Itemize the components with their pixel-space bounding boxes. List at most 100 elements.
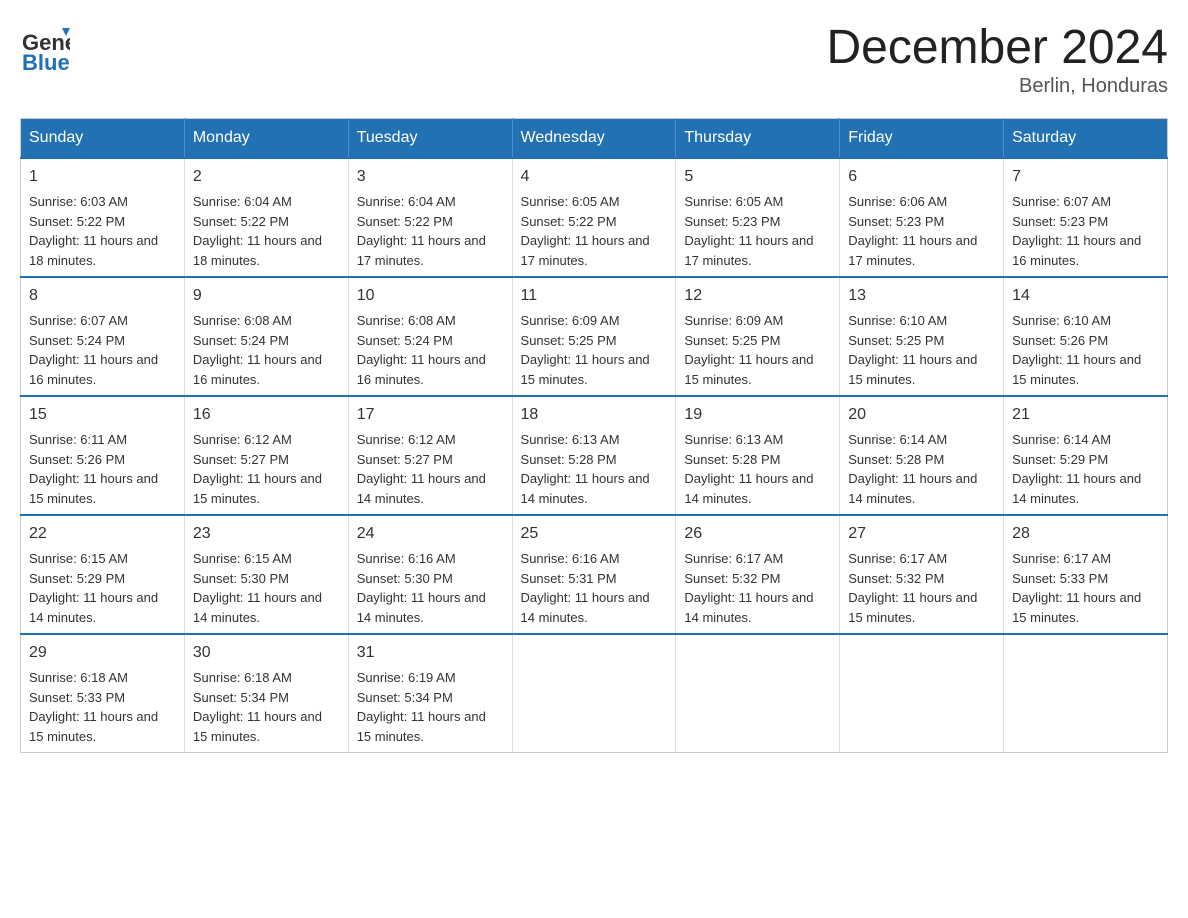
sunset-label: Sunset: 5:22 PM (357, 214, 453, 229)
sunrise-label: Sunrise: 6:12 AM (193, 432, 292, 447)
sunrise-label: Sunrise: 6:07 AM (29, 313, 128, 328)
sunset-label: Sunset: 5:28 PM (848, 452, 944, 467)
daylight-label: Daylight: 11 hours and 15 minutes. (684, 352, 813, 387)
calendar-cell: 8 Sunrise: 6:07 AM Sunset: 5:24 PM Dayli… (21, 277, 185, 396)
sunrise-label: Sunrise: 6:04 AM (193, 194, 292, 209)
calendar-cell: 1 Sunrise: 6:03 AM Sunset: 5:22 PM Dayli… (21, 158, 185, 277)
daylight-label: Daylight: 11 hours and 15 minutes. (848, 352, 977, 387)
page-header: General Blue December 2024 Berlin, Hondu… (20, 20, 1168, 98)
sunset-label: Sunset: 5:29 PM (29, 571, 125, 586)
sunset-label: Sunset: 5:24 PM (29, 333, 125, 348)
sunset-label: Sunset: 5:30 PM (357, 571, 453, 586)
calendar-week-row: 1 Sunrise: 6:03 AM Sunset: 5:22 PM Dayli… (21, 158, 1168, 277)
daylight-label: Daylight: 11 hours and 14 minutes. (29, 590, 158, 625)
day-number: 14 (1012, 284, 1159, 308)
sunset-label: Sunset: 5:30 PM (193, 571, 289, 586)
day-header-saturday: Saturday (1004, 119, 1168, 159)
daylight-label: Daylight: 11 hours and 17 minutes. (848, 233, 977, 268)
calendar-week-row: 29 Sunrise: 6:18 AM Sunset: 5:33 PM Dayl… (21, 634, 1168, 753)
day-number: 4 (521, 165, 668, 189)
sunset-label: Sunset: 5:25 PM (684, 333, 780, 348)
sunrise-label: Sunrise: 6:12 AM (357, 432, 456, 447)
sunrise-label: Sunrise: 6:08 AM (193, 313, 292, 328)
day-header-tuesday: Tuesday (348, 119, 512, 159)
sunrise-label: Sunrise: 6:08 AM (357, 313, 456, 328)
daylight-label: Daylight: 11 hours and 15 minutes. (521, 352, 650, 387)
sunset-label: Sunset: 5:31 PM (521, 571, 617, 586)
day-number: 9 (193, 284, 340, 308)
sunset-label: Sunset: 5:22 PM (193, 214, 289, 229)
sunrise-label: Sunrise: 6:10 AM (1012, 313, 1111, 328)
calendar-cell: 12 Sunrise: 6:09 AM Sunset: 5:25 PM Dayl… (676, 277, 840, 396)
daylight-label: Daylight: 11 hours and 14 minutes. (521, 471, 650, 506)
daylight-label: Daylight: 11 hours and 14 minutes. (357, 590, 486, 625)
daylight-label: Daylight: 11 hours and 15 minutes. (193, 471, 322, 506)
sunset-label: Sunset: 5:24 PM (193, 333, 289, 348)
calendar-cell (840, 634, 1004, 753)
daylight-label: Daylight: 11 hours and 15 minutes. (29, 709, 158, 744)
calendar-cell: 18 Sunrise: 6:13 AM Sunset: 5:28 PM Dayl… (512, 396, 676, 515)
sunset-label: Sunset: 5:27 PM (193, 452, 289, 467)
daylight-label: Daylight: 11 hours and 17 minutes. (357, 233, 486, 268)
day-number: 27 (848, 522, 995, 546)
day-number: 31 (357, 641, 504, 665)
sunrise-label: Sunrise: 6:10 AM (848, 313, 947, 328)
calendar-cell: 21 Sunrise: 6:14 AM Sunset: 5:29 PM Dayl… (1004, 396, 1168, 515)
calendar-cell: 6 Sunrise: 6:06 AM Sunset: 5:23 PM Dayli… (840, 158, 1004, 277)
day-number: 15 (29, 403, 176, 427)
calendar-cell: 23 Sunrise: 6:15 AM Sunset: 5:30 PM Dayl… (184, 515, 348, 634)
day-number: 28 (1012, 522, 1159, 546)
day-number: 17 (357, 403, 504, 427)
calendar-cell: 4 Sunrise: 6:05 AM Sunset: 5:22 PM Dayli… (512, 158, 676, 277)
sunrise-label: Sunrise: 6:11 AM (29, 432, 127, 447)
sunrise-label: Sunrise: 6:16 AM (521, 551, 620, 566)
day-number: 7 (1012, 165, 1159, 189)
day-header-sunday: Sunday (21, 119, 185, 159)
day-header-thursday: Thursday (676, 119, 840, 159)
sunset-label: Sunset: 5:32 PM (684, 571, 780, 586)
sunrise-label: Sunrise: 6:18 AM (193, 670, 292, 685)
sunset-label: Sunset: 5:25 PM (848, 333, 944, 348)
day-number: 12 (684, 284, 831, 308)
daylight-label: Daylight: 11 hours and 15 minutes. (29, 471, 158, 506)
calendar-cell (512, 634, 676, 753)
daylight-label: Daylight: 11 hours and 16 minutes. (1012, 233, 1141, 268)
day-number: 8 (29, 284, 176, 308)
day-number: 6 (848, 165, 995, 189)
sunrise-label: Sunrise: 6:15 AM (193, 551, 292, 566)
sunrise-label: Sunrise: 6:18 AM (29, 670, 128, 685)
sunrise-label: Sunrise: 6:07 AM (1012, 194, 1111, 209)
daylight-label: Daylight: 11 hours and 14 minutes. (193, 590, 322, 625)
day-number: 5 (684, 165, 831, 189)
sunset-label: Sunset: 5:29 PM (1012, 452, 1108, 467)
sunrise-label: Sunrise: 6:03 AM (29, 194, 128, 209)
sunrise-label: Sunrise: 6:14 AM (848, 432, 947, 447)
sunrise-label: Sunrise: 6:13 AM (684, 432, 783, 447)
sunset-label: Sunset: 5:27 PM (357, 452, 453, 467)
sunset-label: Sunset: 5:33 PM (1012, 571, 1108, 586)
calendar-cell: 24 Sunrise: 6:16 AM Sunset: 5:30 PM Dayl… (348, 515, 512, 634)
sunset-label: Sunset: 5:28 PM (684, 452, 780, 467)
day-number: 19 (684, 403, 831, 427)
calendar-cell: 29 Sunrise: 6:18 AM Sunset: 5:33 PM Dayl… (21, 634, 185, 753)
daylight-label: Daylight: 11 hours and 15 minutes. (848, 590, 977, 625)
calendar-cell: 5 Sunrise: 6:05 AM Sunset: 5:23 PM Dayli… (676, 158, 840, 277)
daylight-label: Daylight: 11 hours and 17 minutes. (684, 233, 813, 268)
sunset-label: Sunset: 5:34 PM (357, 690, 453, 705)
sunset-label: Sunset: 5:26 PM (29, 452, 125, 467)
day-number: 22 (29, 522, 176, 546)
calendar-week-row: 22 Sunrise: 6:15 AM Sunset: 5:29 PM Dayl… (21, 515, 1168, 634)
day-number: 11 (521, 284, 668, 308)
sunrise-label: Sunrise: 6:19 AM (357, 670, 456, 685)
day-number: 10 (357, 284, 504, 308)
calendar-cell: 11 Sunrise: 6:09 AM Sunset: 5:25 PM Dayl… (512, 277, 676, 396)
daylight-label: Daylight: 11 hours and 15 minutes. (193, 709, 322, 744)
calendar-cell (1004, 634, 1168, 753)
day-number: 13 (848, 284, 995, 308)
day-number: 26 (684, 522, 831, 546)
calendar-cell: 3 Sunrise: 6:04 AM Sunset: 5:22 PM Dayli… (348, 158, 512, 277)
day-number: 18 (521, 403, 668, 427)
calendar-cell: 2 Sunrise: 6:04 AM Sunset: 5:22 PM Dayli… (184, 158, 348, 277)
sunrise-label: Sunrise: 6:17 AM (1012, 551, 1111, 566)
sunset-label: Sunset: 5:22 PM (521, 214, 617, 229)
